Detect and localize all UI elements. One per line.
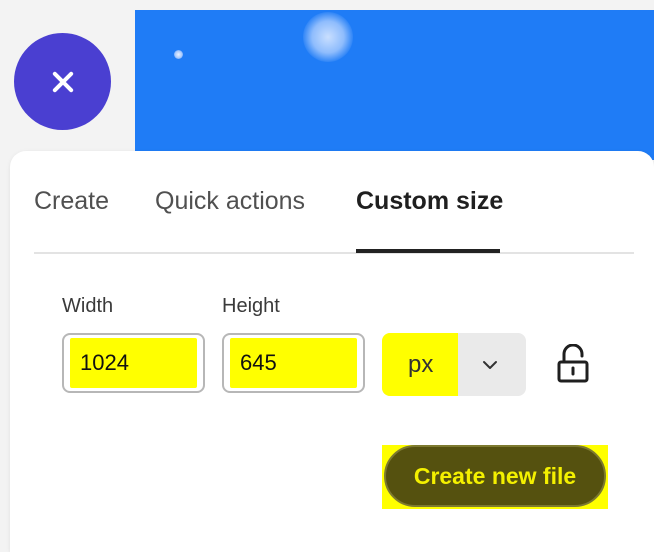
create-panel: Create Quick actions Custom size Width H… xyxy=(10,151,654,552)
width-label: Width xyxy=(62,295,114,317)
close-button[interactable] xyxy=(14,33,111,130)
tab-quick-actions[interactable]: Quick actions xyxy=(155,187,305,216)
unit-value: px xyxy=(408,351,434,378)
create-new-file-label: Create new file xyxy=(413,462,577,489)
create-new-file-button[interactable]: Create new file xyxy=(384,445,606,507)
width-input[interactable]: 1024 xyxy=(62,333,205,393)
unlock-icon[interactable] xyxy=(556,344,590,384)
unit-select[interactable]: px xyxy=(382,333,526,396)
tab-bar: Create Quick actions Custom size xyxy=(34,151,634,254)
tab-custom-size[interactable]: Custom size xyxy=(356,187,503,216)
width-value: 1024 xyxy=(70,338,197,388)
active-tab-indicator xyxy=(356,249,500,253)
close-icon xyxy=(52,71,73,92)
decorative-bubble xyxy=(303,12,353,62)
tab-create[interactable]: Create xyxy=(34,187,109,216)
height-input[interactable]: 645 xyxy=(222,333,365,393)
decorative-bubble xyxy=(174,50,183,59)
height-label: Height xyxy=(222,295,280,317)
chevron-down-icon xyxy=(483,361,497,369)
hero-banner xyxy=(135,10,654,160)
height-value: 645 xyxy=(230,338,357,388)
